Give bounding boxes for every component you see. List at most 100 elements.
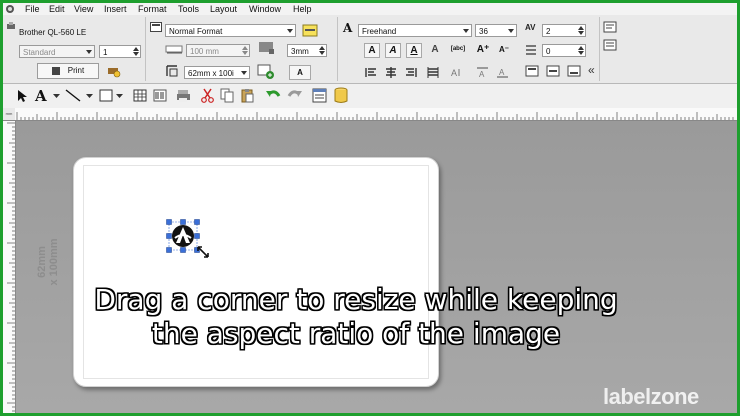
barcode-tool-icon[interactable] xyxy=(153,89,167,102)
align-left-icon[interactable] xyxy=(365,67,377,78)
printer-name: Brother QL-560 LE xyxy=(19,28,87,37)
chevron-down-icon xyxy=(463,29,469,33)
char-spacing-value: 2 xyxy=(546,27,551,36)
redo-icon[interactable] xyxy=(287,88,303,103)
vertical-align-bottom-icon[interactable] xyxy=(567,65,581,77)
selected-image-object[interactable] xyxy=(166,219,200,253)
tab-settings-icon[interactable] xyxy=(603,21,617,33)
font-select[interactable]: Freehand xyxy=(358,24,472,37)
collapse-ribbon-icon[interactable]: « xyxy=(588,63,595,77)
paste-icon[interactable] xyxy=(240,88,255,103)
print-icon xyxy=(51,66,60,75)
vertical-bottom-icon[interactable]: A xyxy=(496,67,509,78)
label-size-select[interactable]: 62mm x 100i xyxy=(184,66,250,79)
label-size-icon xyxy=(166,65,178,77)
underline-button[interactable]: A xyxy=(406,43,422,58)
outline-button[interactable]: A xyxy=(427,43,443,58)
char-spacing-stepper[interactable]: 2 xyxy=(542,24,586,37)
spinner-arrows-icon xyxy=(133,47,139,56)
menu-window[interactable]: Window xyxy=(249,4,281,14)
copies-value: 1 xyxy=(103,48,108,57)
chevron-down-icon xyxy=(86,50,92,54)
menu-tools[interactable]: Tools xyxy=(178,4,199,14)
text-direction-icon[interactable]: A xyxy=(450,67,463,78)
line-spacing-stepper[interactable]: 0 xyxy=(542,44,586,57)
length-stepper[interactable]: 100 mm xyxy=(186,44,250,57)
caption-line2: the aspect ratio of the image xyxy=(151,317,561,350)
chevron-down-icon[interactable] xyxy=(86,94,93,99)
align-right-icon[interactable] xyxy=(405,67,417,78)
margin-stepper[interactable]: 3mm xyxy=(287,44,327,57)
bold-button[interactable]: A xyxy=(364,43,380,58)
text-group: A Freehand 36 AV 2 0 A A A A [abc] A⁺ A⁻… xyxy=(339,17,600,81)
chevron-down-icon xyxy=(241,71,247,75)
cut-icon[interactable] xyxy=(200,88,215,103)
label-size-line2: x 100mm xyxy=(48,238,60,286)
logo-part2: zone xyxy=(650,384,700,409)
text-frame-button[interactable]: A xyxy=(289,65,311,80)
print-mode-select[interactable]: Standard xyxy=(19,45,95,58)
font-value: Freehand xyxy=(362,27,397,36)
table-tool-icon[interactable] xyxy=(133,89,147,102)
menu-insert[interactable]: Insert xyxy=(104,4,127,14)
resize-cursor-icon xyxy=(197,246,209,258)
label-color-icon[interactable] xyxy=(302,24,318,37)
chevron-down-icon[interactable] xyxy=(53,94,60,99)
menu-help[interactable]: Help xyxy=(293,4,312,14)
menu-file[interactable]: File xyxy=(25,4,40,14)
rectangle-tool-icon[interactable] xyxy=(99,89,113,102)
spinner-arrows-icon xyxy=(242,46,248,55)
select-arrow-icon[interactable] xyxy=(15,89,29,103)
database-icon[interactable] xyxy=(334,87,348,104)
justify-icon[interactable] xyxy=(427,67,439,78)
grow-font-button[interactable]: A⁺ xyxy=(475,43,491,58)
label-surface[interactable] xyxy=(73,157,439,387)
ribbon: Brother QL-560 LE Standard 1 Print Norma… xyxy=(3,15,737,84)
menu-layout[interactable]: Layout xyxy=(210,4,237,14)
format-select[interactable]: Normal Format xyxy=(165,24,296,37)
refresh-size-icon[interactable] xyxy=(257,64,275,80)
chevron-down-icon xyxy=(508,29,514,33)
tab-list-icon[interactable] xyxy=(603,39,617,51)
line-tool-icon[interactable] xyxy=(65,88,81,103)
label-size-text: 62mm x 100mm xyxy=(36,227,60,297)
printer-group: Brother QL-560 LE Standard 1 Print xyxy=(3,17,146,81)
tutorial-caption: Drag a corner to resize while keeping th… xyxy=(76,283,636,351)
spinner-arrows-icon xyxy=(578,46,584,55)
vertical-ruler xyxy=(3,121,16,413)
align-center-icon[interactable] xyxy=(385,67,397,78)
svg-text:A: A xyxy=(479,70,485,78)
spinner-arrows-icon xyxy=(578,26,584,35)
printer-icon xyxy=(7,22,15,29)
design-canvas[interactable]: 62mm x 100mm Drag a corner to resize whi… xyxy=(16,121,737,413)
menu-format[interactable]: Format xyxy=(138,4,167,14)
shrink-font-button[interactable]: A⁻ xyxy=(496,43,512,58)
margin-icon xyxy=(259,42,274,54)
menu-view[interactable]: View xyxy=(74,4,93,14)
copies-stepper[interactable]: 1 xyxy=(99,45,141,58)
vertical-align-middle-icon[interactable] xyxy=(546,65,560,77)
undo-icon[interactable] xyxy=(265,88,281,103)
vertical-top-icon[interactable]: A xyxy=(476,67,489,78)
print-preview-icon[interactable] xyxy=(176,89,191,103)
print-button-label: Print xyxy=(67,66,85,75)
menu-edit[interactable]: Edit xyxy=(49,4,65,14)
print-button[interactable]: Print xyxy=(37,63,99,79)
copy-icon[interactable] xyxy=(220,88,235,103)
chevron-down-icon xyxy=(287,29,293,33)
text-tool-icon[interactable]: A xyxy=(35,87,47,105)
frame-text-button[interactable]: [abc] xyxy=(447,43,469,58)
label-size-line1: 62mm xyxy=(36,246,48,278)
chevron-down-icon[interactable] xyxy=(116,94,123,99)
horizontal-ruler xyxy=(15,108,737,121)
font-size-value: 36 xyxy=(479,27,488,36)
italic-button[interactable]: A xyxy=(385,43,401,58)
labelzone-logo: labelzone xyxy=(603,384,699,410)
font-size-select[interactable]: 36 xyxy=(475,24,517,37)
printer-settings-icon[interactable] xyxy=(107,65,121,78)
margin-value: 3mm xyxy=(291,47,309,56)
vertical-align-top-icon[interactable] xyxy=(525,65,539,77)
properties-icon[interactable] xyxy=(312,88,327,103)
spinner-arrows-icon xyxy=(319,46,325,55)
length-icon xyxy=(165,45,183,54)
